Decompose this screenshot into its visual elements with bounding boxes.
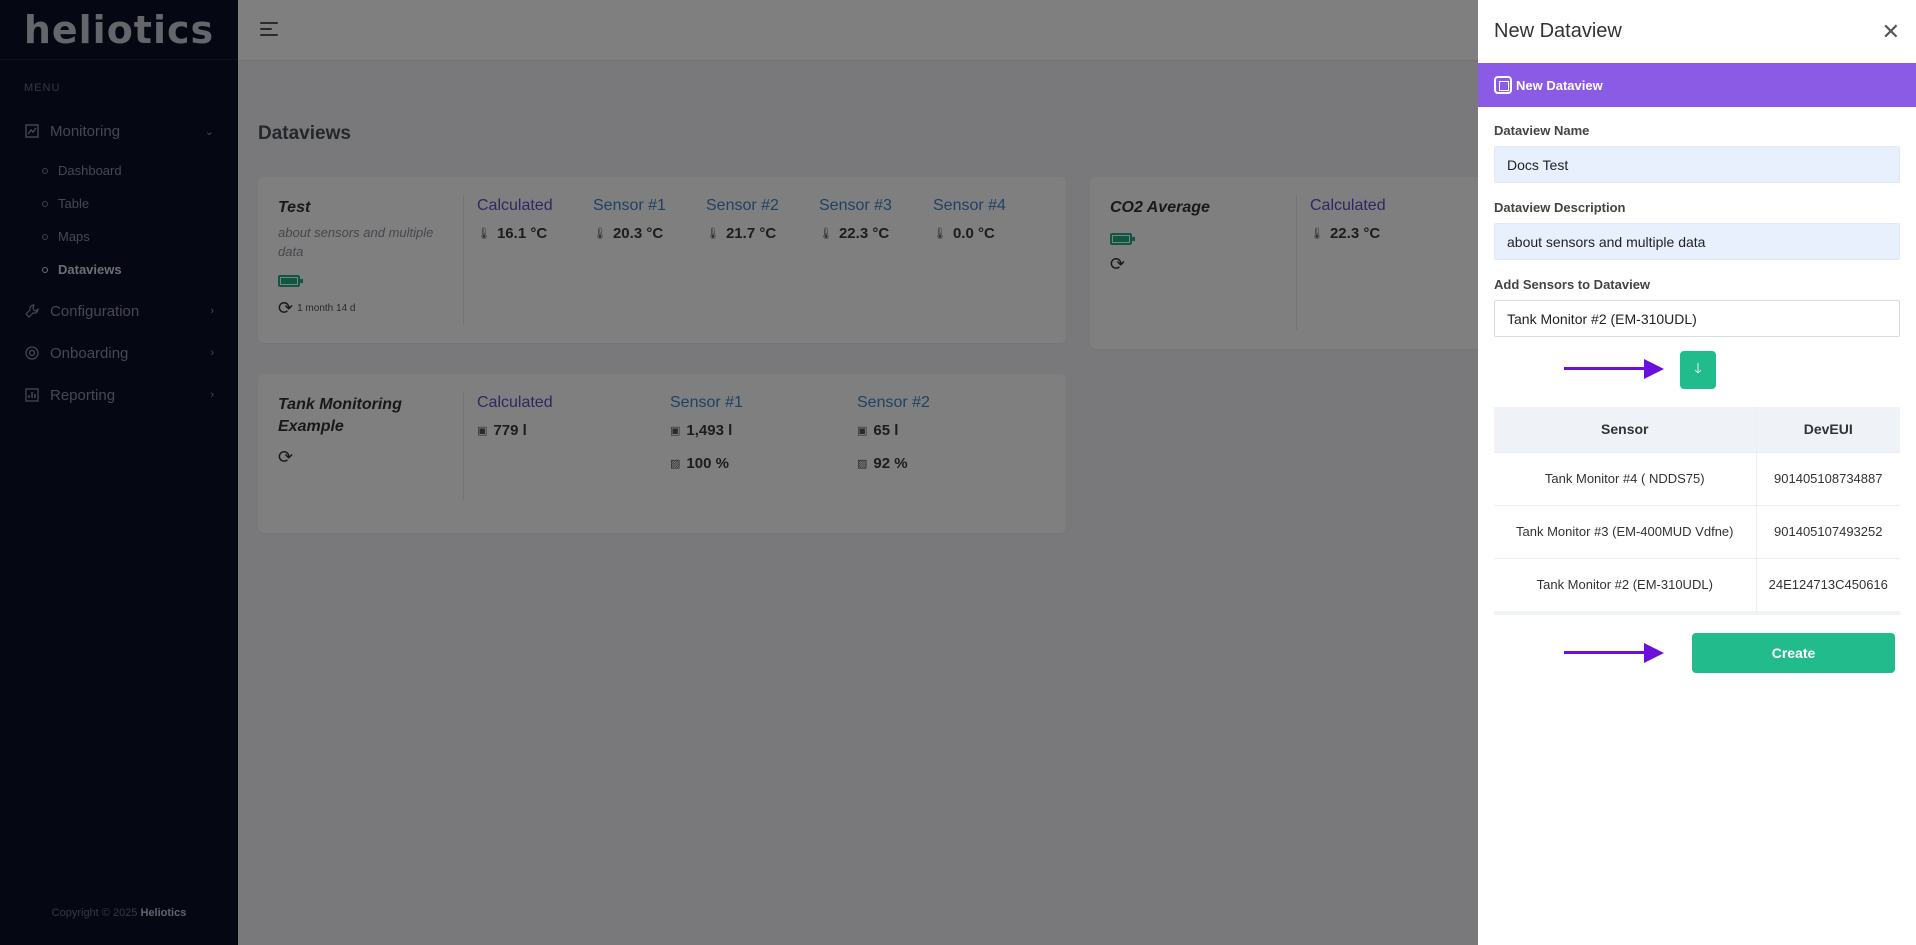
drawer-title: New Dataview [1494, 20, 1622, 42]
table-header-sensor: Sensor [1494, 407, 1757, 452]
banner-label: New Dataview [1516, 77, 1603, 93]
add-sensor-button[interactable]: 🡓 [1680, 351, 1716, 389]
sensor-table: Sensor DevEUI Tank Monitor #4 ( NDDS75) … [1494, 407, 1900, 611]
dataview-description-input[interactable] [1494, 223, 1900, 260]
sensor-select[interactable] [1494, 300, 1900, 337]
name-label: Dataview Name [1494, 123, 1590, 138]
table-row[interactable]: Tank Monitor #3 (EM-400MUD Vdfne) 901405… [1494, 504, 1900, 558]
drawer-banner: New Dataview [1478, 63, 1916, 107]
table-row[interactable]: Tank Monitor #2 (EM-310UDL) 24E124713C45… [1494, 557, 1900, 611]
annotation-arrow [1564, 643, 1664, 663]
deveui-cell: 901405108734887 [1756, 451, 1900, 505]
description-label: Dataview Description [1494, 200, 1626, 215]
annotation-arrow [1564, 359, 1664, 379]
table-header-deveui: DevEUI [1756, 407, 1900, 452]
sensor-cell: Tank Monitor #3 (EM-400MUD Vdfne) [1494, 504, 1757, 558]
sensor-cell: Tank Monitor #2 (EM-310UDL) [1494, 557, 1757, 611]
chip-icon [1494, 76, 1512, 94]
table-row[interactable]: Tank Monitor #4 ( NDDS75) 90140510873488… [1494, 451, 1900, 505]
arrow-down-icon: 🡓 [1694, 360, 1702, 376]
create-button[interactable]: Create [1692, 633, 1895, 673]
sensor-cell: Tank Monitor #4 ( NDDS75) [1494, 451, 1757, 505]
deveui-cell: 901405107493252 [1756, 504, 1900, 558]
deveui-cell: 24E124713C450616 [1756, 557, 1900, 611]
close-icon[interactable]: ✕ [1882, 19, 1900, 45]
add-sensors-label: Add Sensors to Dataview [1494, 277, 1651, 292]
new-dataview-drawer: New Dataview ✕ New Dataview Dataview Nam… [1478, 0, 1916, 945]
dataview-name-input[interactable] [1494, 146, 1900, 183]
